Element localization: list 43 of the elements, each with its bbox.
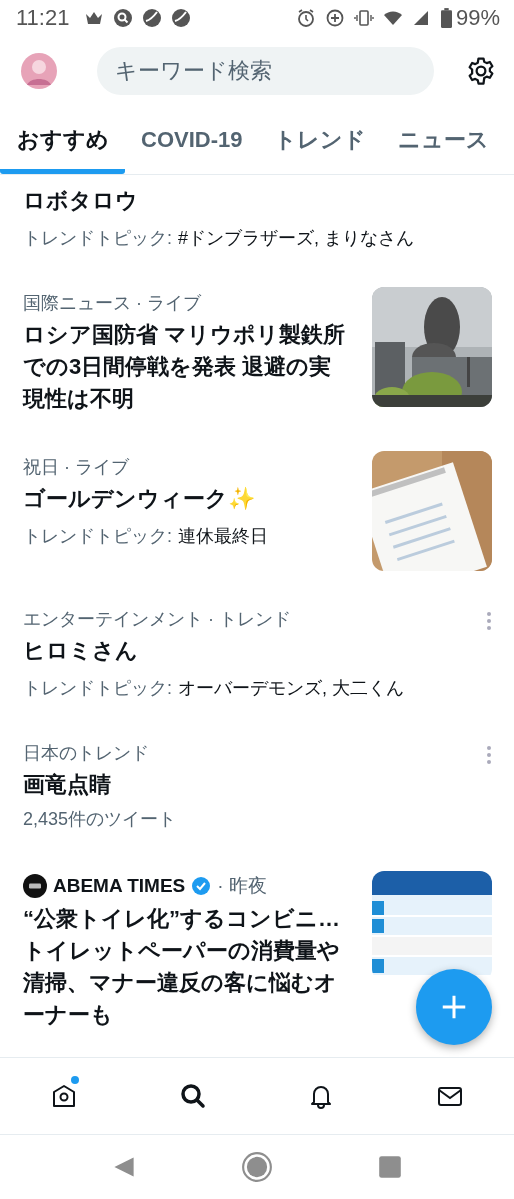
vibrate-icon [353, 8, 374, 28]
headline[interactable]: ロシア国防省 マリウポリ製鉄所での3日間停戦を発表 退避の実現性は不明 [23, 319, 348, 415]
source-logo-icon [23, 874, 47, 898]
topic-label: トレンドトピック: [23, 228, 172, 248]
settings-icon[interactable] [466, 56, 496, 86]
category-label: エンターテインメント · トレンド [23, 608, 292, 631]
recents-icon[interactable] [377, 1155, 402, 1179]
app-icon [142, 8, 163, 28]
app-icon [171, 8, 192, 28]
alarm-icon [295, 8, 316, 28]
tab[interactable]: COVID-19 [125, 106, 259, 174]
category-label: 国際ニュース · ライブ [23, 292, 202, 315]
topic-label: トレンドトピック: [23, 526, 172, 546]
trending-topics: オーバーデモンズ, 大二くん [178, 678, 405, 698]
headline[interactable]: 画竜点睛 [23, 769, 462, 801]
more-icon[interactable] [486, 611, 492, 631]
avatar[interactable] [21, 53, 57, 89]
category-label: 日本のトレンド [23, 742, 150, 765]
search-field[interactable]: キーワード検索 [97, 47, 434, 95]
home-circle-icon[interactable] [241, 1151, 273, 1183]
status-time: 11:21 [16, 5, 70, 31]
headline[interactable]: “公衆トイレ化”するコンビニ… トイレットペーパーの消費量や清掃、マナー違反の客に悩むオーナーも [23, 903, 348, 1031]
plus-circle-icon [324, 8, 345, 28]
headline[interactable]: ヒロミさん [23, 635, 462, 667]
trending-topics: 連休最終日 [178, 526, 268, 546]
battery-level: 99% [455, 5, 500, 31]
post-time: · 昨夜 [217, 874, 267, 898]
back-icon[interactable] [112, 1155, 137, 1179]
tab[interactable]: ニュース [382, 106, 506, 174]
search-app-icon [113, 8, 134, 28]
category-label: 祝日 · ライブ [23, 456, 130, 479]
tab[interactable]: トレンド [258, 106, 383, 174]
search-icon[interactable] [178, 1082, 207, 1110]
source-name: ABEMA TIMES [53, 875, 186, 897]
more-icon[interactable] [486, 745, 492, 765]
trending-topics: #ドンブラザーズ, まりなさん [178, 228, 415, 248]
tweet-count: 2,435件のツイート [23, 808, 178, 831]
tab[interactable]: おすすめ [0, 106, 125, 174]
topic-label: トレンドトピック: [23, 678, 172, 698]
headline[interactable]: ゴールデンウィーク✨ [23, 483, 348, 515]
compose-button[interactable] [416, 969, 492, 1045]
battery-icon [440, 8, 452, 28]
headline[interactable]: ロボタロウ [23, 185, 492, 217]
